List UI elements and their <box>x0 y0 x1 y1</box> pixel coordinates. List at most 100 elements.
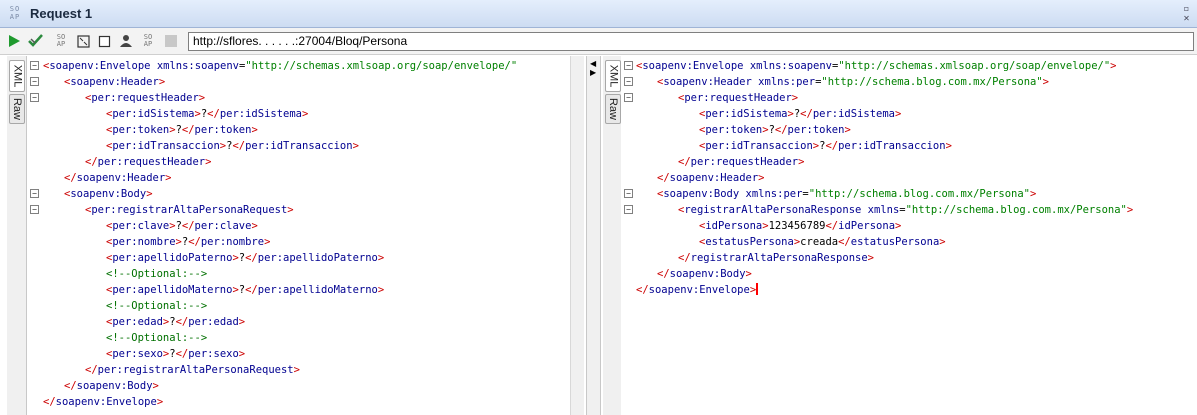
xml-line-text: <per:idSistema>?</per:idSistema> <box>699 106 901 122</box>
xml-line-text: <per:registrarAltaPersonaRequest> <box>85 202 294 218</box>
collapse-right-icon[interactable]: ▶ <box>590 68 596 77</box>
xml-token: <!--Optional:--> <box>106 300 208 312</box>
xml-token: soapenv:Body <box>70 188 147 200</box>
xml-token: </ <box>825 140 839 152</box>
window-title: Request 1 <box>30 6 93 21</box>
xml-line: − <soapenv:Body> <box>27 186 570 202</box>
validate-icon[interactable] <box>27 32 45 50</box>
xml-token: </ <box>181 124 195 136</box>
xml-token: > <box>867 252 874 264</box>
close-icon[interactable]: ✕ <box>1180 14 1193 23</box>
soap-icon[interactable]: SO AP <box>52 32 70 50</box>
xml-token: </ <box>678 252 691 264</box>
xml-token: per:registrarAltaPersonaRequest <box>97 364 294 376</box>
xml-token: per:apellidoPaterno <box>112 252 233 264</box>
xml-token: xmlns <box>867 204 900 216</box>
xml-token: soapenv:Envelope <box>49 60 151 72</box>
xml-line: </per:registrarAltaPersonaRequest> <box>27 362 570 378</box>
fold-toggle-icon[interactable]: − <box>624 93 633 102</box>
xml-token: > <box>939 236 946 248</box>
fold-toggle-icon[interactable]: − <box>30 205 39 214</box>
tab-request-raw[interactable]: Raw <box>9 94 25 124</box>
xml-line: </soapenv:Envelope> <box>621 282 1197 298</box>
xml-line-text: <estatusPersona>creada</estatusPersona> <box>699 234 946 250</box>
fold-toggle-icon[interactable]: − <box>30 77 39 86</box>
xml-line-text: <per:token>?</per:token> <box>106 122 258 138</box>
pane-splitter[interactable]: ◀ ▶ <box>586 56 601 415</box>
xml-line: <!--Optional:--> <box>27 330 570 346</box>
request-toolbar: SO AP SO AP http://sflores. . . . . .:27… <box>0 28 1197 55</box>
xml-token: per:edad <box>112 316 163 328</box>
xml-token: "http://schema.blog.com.mx/Persona" <box>808 188 1031 200</box>
fold-toggle-icon[interactable]: − <box>30 189 39 198</box>
xml-token: xmlns:per <box>758 76 816 88</box>
tab-response-xml[interactable]: XML <box>605 60 621 92</box>
xml-token: > <box>205 156 212 168</box>
tab-response-raw[interactable]: Raw <box>605 94 621 124</box>
xml-token: "http://schema.blog.com.mx/Persona" <box>821 76 1043 88</box>
tab-request-xml[interactable]: XML <box>9 60 25 92</box>
xml-line: − <soapenv:Header xmlns:per="http://schem… <box>621 74 1197 90</box>
fold-toggle-icon[interactable]: − <box>624 77 633 86</box>
xml-token: per:clave <box>194 220 252 232</box>
stop-icon[interactable] <box>95 32 113 50</box>
fold-toggle-icon[interactable]: − <box>624 205 633 214</box>
xml-token: 123456789 <box>768 220 826 232</box>
endpoint-url-input[interactable]: http://sflores. . . . . .:27004/Bloq/Per… <box>188 32 1194 51</box>
xml-line-text: <soapenv:Body> <box>64 186 153 202</box>
xml-token: per:registrarAltaPersonaRequest <box>91 204 288 216</box>
xml-token: per:clave <box>112 220 170 232</box>
response-xml-editor[interactable]: − <soapenv:Envelope xmlns:soapenv="http:/… <box>621 56 1197 415</box>
xml-token: creada <box>800 236 839 248</box>
xml-token: per:requestHeader <box>97 156 206 168</box>
xml-token: > <box>352 140 359 152</box>
xml-token: soapenv:Header <box>70 76 159 88</box>
xml-line: <per:clave>?</per:clave> <box>27 218 570 234</box>
xml-line: <!--Optional:--> <box>27 298 570 314</box>
restore-icon[interactable]: ▫ <box>1180 4 1193 13</box>
xml-token: per:requestHeader <box>690 156 799 168</box>
xml-token: <!--Optional:--> <box>106 268 208 280</box>
disabled-icon[interactable] <box>162 32 180 50</box>
xml-token: > <box>377 252 385 264</box>
xml-token: > <box>146 188 153 200</box>
xml-line-text: <soapenv:Envelope xmlns:soapenv="http://… <box>636 58 1116 74</box>
request-xml-editor[interactable]: − <soapenv:Envelope xmlns:soapenv="http:/… <box>27 56 570 415</box>
xml-token: per:nombre <box>200 236 265 248</box>
fold-toggle-icon[interactable]: − <box>30 61 39 70</box>
xml-token: > <box>798 156 805 168</box>
xml-line-text: <soapenv:Header xmlns:per="http://schema… <box>657 74 1049 90</box>
text-cursor <box>756 283 759 295</box>
play-icon[interactable] <box>5 32 23 50</box>
xml-token: > <box>287 204 294 216</box>
tab-request-xml-label: XML <box>11 64 23 88</box>
xml-line: <per:idTransaccion>?</per:idTransaccion> <box>621 138 1197 154</box>
xml-token: per:idSistema <box>812 108 896 120</box>
fold-toggle-icon[interactable]: − <box>624 61 633 70</box>
xml-line: <per:idSistema>?</per:idSistema> <box>621 106 1197 122</box>
xml-token: > <box>791 92 799 104</box>
xml-token: soapenv:Body <box>669 268 746 280</box>
fold-toggle-icon[interactable]: − <box>624 189 633 198</box>
request-scrollbar[interactable] <box>570 56 584 415</box>
xml-line: <per:sexo>?</per:sexo> <box>27 346 570 362</box>
xml-token: estatusPersona <box>705 236 794 248</box>
xml-line-text: </soapenv:Body> <box>64 378 159 394</box>
fold-toggle-icon[interactable]: − <box>30 93 39 102</box>
xml-token: </ <box>245 284 258 296</box>
fullscreen-icon[interactable] <box>74 32 92 50</box>
xml-token: per:apellidoMaterno <box>257 284 378 296</box>
user-icon[interactable] <box>117 32 135 50</box>
xml-token: per:token <box>787 124 845 136</box>
xml-line-text: <!--Optional:--> <box>106 330 207 346</box>
xml-token: per:token <box>112 124 170 136</box>
xml-line-text: <!--Optional:--> <box>106 266 207 282</box>
collapse-left-icon[interactable]: ◀ <box>590 59 596 68</box>
xml-token: > <box>293 364 300 376</box>
xml-token: > <box>1030 188 1037 200</box>
soap-config-icon[interactable]: SO AP <box>139 32 157 50</box>
xml-token: </ <box>64 380 77 392</box>
xml-line: </per:requestHeader> <box>27 154 570 170</box>
xml-line: − <per:registrarAltaPersonaRequest> <box>27 202 570 218</box>
xml-token: > <box>1110 60 1117 72</box>
